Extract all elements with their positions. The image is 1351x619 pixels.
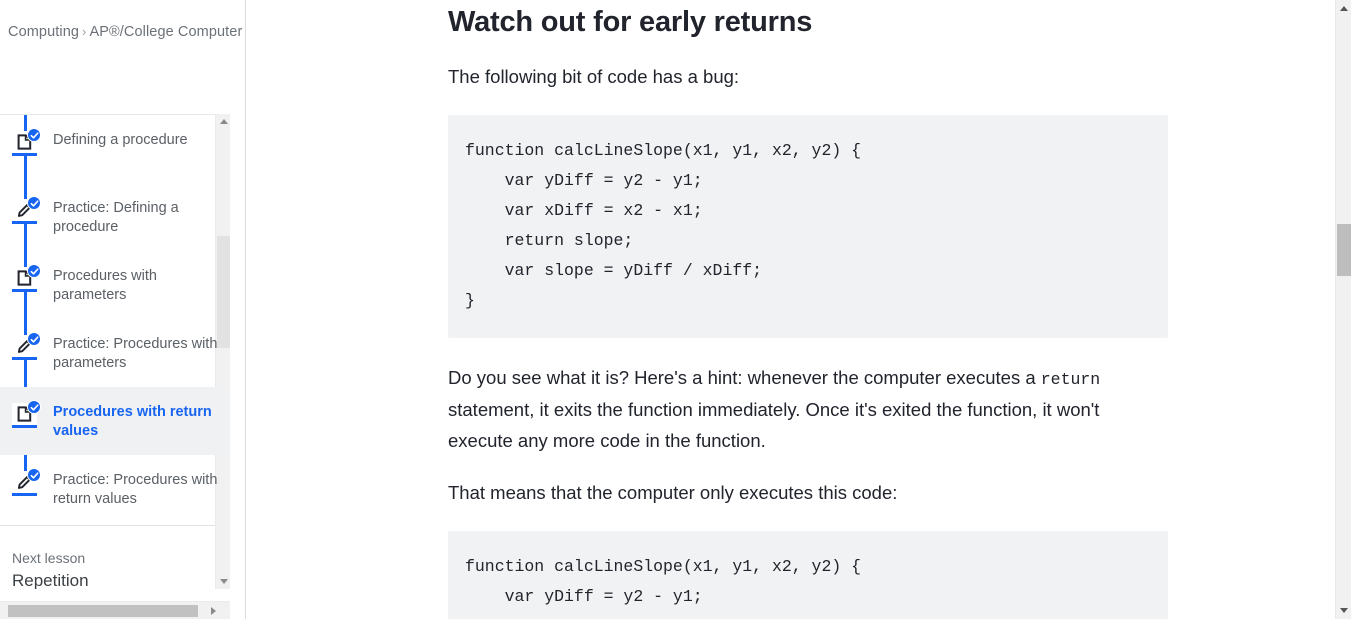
inline-code-return: return <box>1040 369 1101 389</box>
breadcrumb-item-course[interactable]: AP®/College Computer Science Principles <box>89 24 245 40</box>
breadcrumb: Computing›AP®/College Computer Science P… <box>0 0 245 54</box>
sidebar-item-label: Procedures with return values <box>53 404 212 439</box>
lesson-icon-wrap <box>10 128 41 160</box>
sidebar-horizontal-scrollbar[interactable] <box>0 601 230 619</box>
next-lesson-title: Repetition <box>12 571 89 589</box>
article-body: Watch out for early returns The followin… <box>448 0 1168 619</box>
page-vertical-scrollbar[interactable] <box>1335 0 1351 619</box>
sidebar-item-label: Procedures with parameters <box>53 268 157 303</box>
breadcrumb-separator-icon: › <box>82 24 87 39</box>
sidebar-item-practice-procedures-with-return-values[interactable]: Practice: Procedures with return values <box>0 455 230 523</box>
lesson-icon-wrap <box>10 468 41 500</box>
breadcrumb-item-computing[interactable]: Computing <box>8 24 79 40</box>
completed-check-badge-icon <box>27 332 41 346</box>
sidebar-item-procedures-with-parameters[interactable]: Procedures with parameters <box>0 251 230 319</box>
lesson-icon-wrap <box>10 264 41 296</box>
lesson-icon-wrap <box>10 196 41 228</box>
explanation-text-before: Do you see what it is? Here's a hint: wh… <box>448 366 1041 388</box>
completed-check-badge-icon <box>27 264 41 278</box>
sidebar-horizontal-scrollbar-thumb[interactable] <box>8 605 198 617</box>
sidebar-item-label: Practice: Defining a procedure <box>53 200 179 235</box>
content-scroll-body: Watch out for early returns The followin… <box>246 0 1330 619</box>
sidebar-item-label: Defining a procedure <box>53 132 188 148</box>
sidebar-item-practice-defining-a-procedure[interactable]: Practice: Defining a procedure <box>0 183 230 251</box>
main-content: Watch out for early returns The followin… <box>246 0 1351 619</box>
code-block-buggy: function calcLineSlope(x1, y1, x2, y2) {… <box>448 114 1168 338</box>
sidebar-item-defining-a-procedure[interactable]: Defining a procedure <box>0 115 230 183</box>
triangle-up-icon[interactable] <box>1336 0 1351 17</box>
lesson-sidebar: Computing›AP®/College Computer Science P… <box>0 0 246 619</box>
triangle-down-icon[interactable] <box>216 574 231 589</box>
completed-check-badge-icon <box>27 196 41 210</box>
page-vertical-scrollbar-thumb[interactable] <box>1337 224 1351 276</box>
triangle-down-icon[interactable] <box>1336 602 1351 619</box>
scrollbar-track-left-end[interactable] <box>0 602 6 619</box>
next-lesson-section[interactable]: Next lesson Repetition <box>0 525 230 589</box>
lesson-icon-wrap <box>10 400 41 432</box>
intro-paragraph: The following bit of code has a bug: <box>448 66 740 87</box>
completed-check-badge-icon <box>27 468 41 482</box>
page-root: Computing›AP®/College Computer Science P… <box>0 0 1351 619</box>
executed-code-lead-in: That means that the computer only execut… <box>448 482 898 503</box>
explanation-text-after: statement, it exits the function immedia… <box>448 399 1100 451</box>
sidebar-item-practice-procedures-with-parameters[interactable]: Practice: Procedures with parameters <box>0 319 230 387</box>
lesson-icon-wrap <box>10 332 41 364</box>
lesson-list: Defining a procedure Practice: Defining … <box>0 115 230 589</box>
lesson-list-scroll-area: Defining a procedure Practice: Defining … <box>0 114 230 589</box>
next-lesson-kicker: Next lesson <box>12 550 86 566</box>
page-title: Watch out for early returns <box>448 6 813 38</box>
sidebar-item-procedures-with-return-values[interactable]: Procedures with return values <box>0 387 230 455</box>
sidebar-item-label: Practice: Procedures with return values <box>53 472 218 507</box>
completed-check-badge-icon <box>27 128 41 142</box>
sidebar-item-label: Practice: Procedures with parameters <box>53 336 218 371</box>
code-block-executed: function calcLineSlope(x1, y1, x2, y2) {… <box>448 530 1168 619</box>
triangle-right-icon[interactable] <box>205 602 221 619</box>
explanation-paragraph: Do you see what it is? Here's a hint: wh… <box>448 363 1168 457</box>
completed-check-badge-icon <box>27 400 41 414</box>
